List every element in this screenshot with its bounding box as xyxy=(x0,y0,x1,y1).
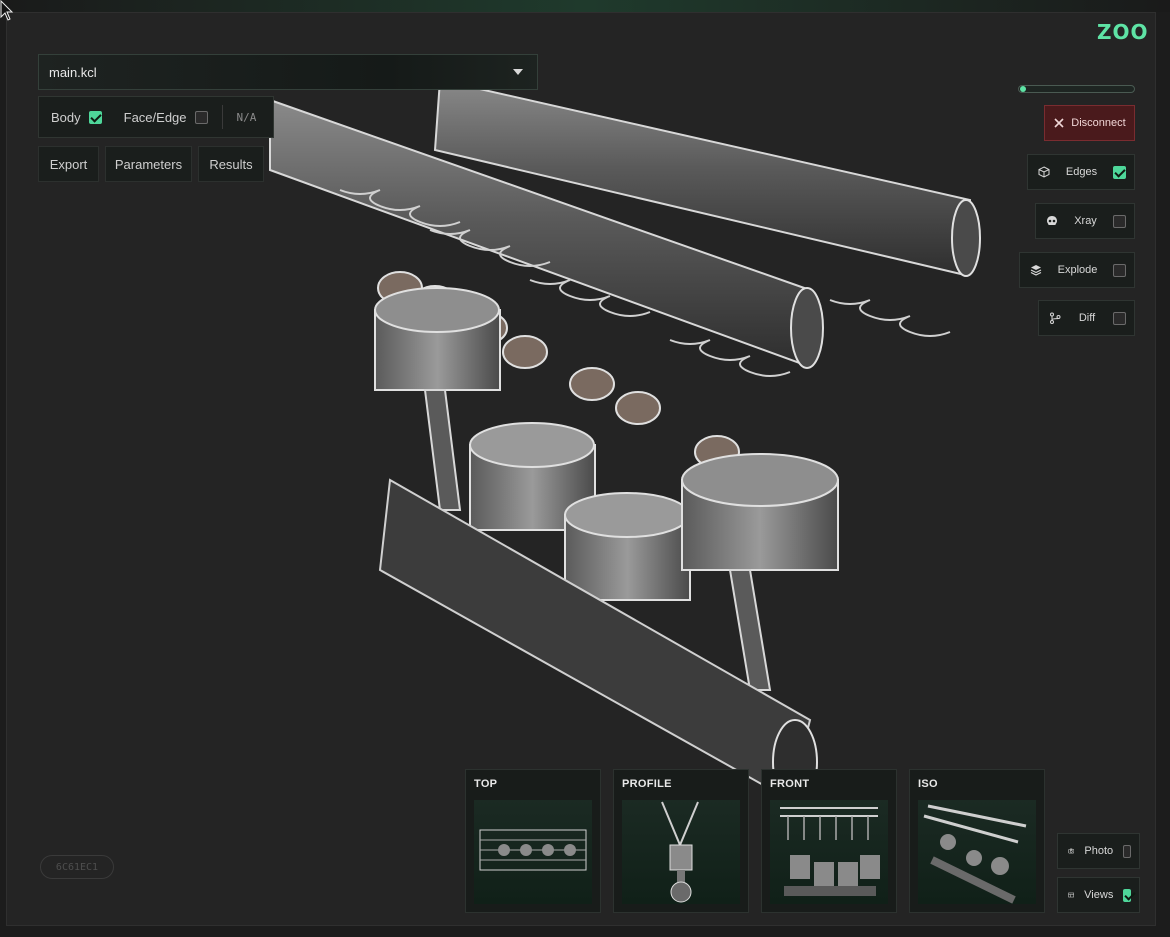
view-label-top: TOP xyxy=(474,778,498,790)
views-checkbox[interactable] xyxy=(1123,888,1131,902)
edges-toggle[interactable]: Edges xyxy=(1027,154,1135,190)
explode-label: Explode xyxy=(1057,264,1098,276)
xray-checkbox[interactable] xyxy=(1113,214,1126,228)
chevron-down-icon xyxy=(513,69,523,75)
explode-toggle[interactable]: Explode xyxy=(1019,252,1135,288)
selection-value: N/A xyxy=(236,110,257,124)
file-name: main.kcl xyxy=(49,64,97,80)
file-selector[interactable]: main.kcl xyxy=(38,54,538,90)
body-filter-label: Body xyxy=(51,109,81,125)
zoom-slider[interactable] xyxy=(1018,85,1135,93)
edges-label: Edges xyxy=(1065,166,1098,178)
edges-checkbox[interactable] xyxy=(1113,165,1126,179)
body-filter-checkbox[interactable] xyxy=(88,110,102,124)
divider xyxy=(221,105,223,129)
diff-label: Diff xyxy=(1078,312,1096,324)
view-card-iso[interactable]: ISO xyxy=(909,769,1045,913)
top-accent-strip xyxy=(0,0,1170,12)
photo-checkbox[interactable] xyxy=(1123,844,1131,858)
model-viewport[interactable] xyxy=(230,40,1030,870)
front-view-thumbnail xyxy=(770,800,888,904)
top-view-thumbnail xyxy=(474,800,592,904)
zoo-logo: ZOO xyxy=(1097,20,1149,44)
views-label: Views xyxy=(1084,889,1114,901)
xray-toggle[interactable]: Xray xyxy=(1035,203,1135,239)
view-card-top[interactable]: TOP xyxy=(465,769,601,913)
face-edge-filter-label: Face/Edge xyxy=(123,109,187,125)
parameters-button[interactable]: Parameters xyxy=(105,146,192,182)
commit-hash-badge: 6C61EC1 xyxy=(40,855,114,879)
skull-icon xyxy=(1047,216,1057,225)
mouse-cursor-icon xyxy=(0,0,14,21)
diff-toggle[interactable]: Diff xyxy=(1038,300,1135,336)
results-button[interactable]: Results xyxy=(198,146,264,182)
photo-toggle[interactable]: Photo xyxy=(1057,833,1140,869)
xray-label: Xray xyxy=(1074,215,1097,227)
views-toggle[interactable]: Views xyxy=(1057,877,1140,913)
grid-icon xyxy=(1068,892,1074,898)
close-icon xyxy=(1054,118,1064,128)
iso-view-thumbnail xyxy=(918,800,1036,904)
layers-icon xyxy=(1030,265,1042,276)
camera-icon xyxy=(1068,848,1075,854)
view-label-front: FRONT xyxy=(770,778,810,790)
disconnect-button[interactable]: Disconnect xyxy=(1044,105,1135,141)
branch-icon xyxy=(1050,312,1061,324)
slider-handle[interactable] xyxy=(1020,86,1026,92)
explode-checkbox[interactable] xyxy=(1113,263,1126,277)
selection-filter-bar: Body Face/Edge N/A xyxy=(38,96,274,138)
disconnect-label: Disconnect xyxy=(1071,117,1126,129)
view-label-profile: PROFILE xyxy=(622,778,672,790)
photo-label: Photo xyxy=(1084,845,1114,857)
face-edge-filter-checkbox[interactable] xyxy=(194,110,208,124)
export-button[interactable]: Export xyxy=(38,146,99,182)
profile-view-thumbnail xyxy=(622,800,740,904)
cube-icon xyxy=(1038,166,1050,178)
diff-checkbox[interactable] xyxy=(1113,311,1126,325)
view-card-profile[interactable]: PROFILE xyxy=(613,769,749,913)
view-card-front[interactable]: FRONT xyxy=(761,769,897,913)
view-label-iso: ISO xyxy=(918,778,938,790)
